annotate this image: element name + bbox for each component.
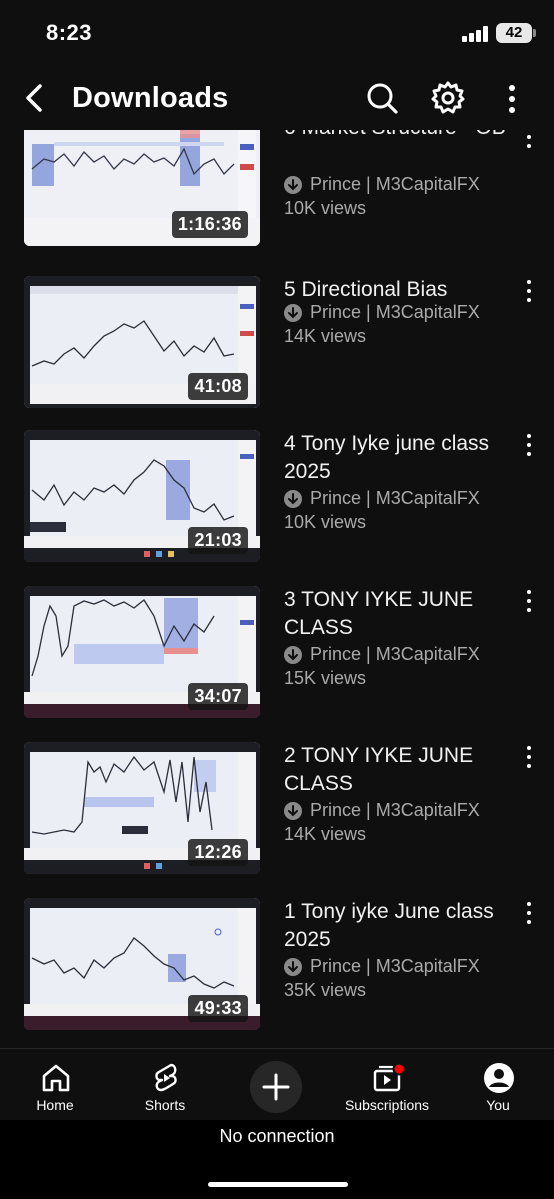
search-icon	[367, 83, 398, 114]
nav-shorts-label: Shorts	[144, 1097, 186, 1113]
more-vert-icon	[509, 85, 515, 113]
offline-message: No connection	[219, 1126, 335, 1146]
video-more-button[interactable]	[516, 130, 542, 150]
bottom-navigation: Home Shorts Subscriptions You	[0, 1048, 554, 1120]
status-bar: 8:23 42	[0, 0, 554, 64]
shorts-icon	[155, 1063, 177, 1092]
downloaded-icon	[284, 489, 302, 508]
subscriptions-icon	[373, 1062, 405, 1092]
battery-nub	[533, 29, 536, 37]
video-views: 35K views	[284, 980, 367, 1000]
video-views: 10K views	[284, 512, 367, 532]
video-views: 14K views	[284, 326, 367, 346]
video-item[interactable]: 41:08 5 Directional Bias Prince | M3Capi…	[0, 276, 554, 416]
video-channel-line: Prince | M3CapitalFX	[284, 302, 480, 323]
video-title[interactable]: 2 TONY IYKE JUNE CLASS	[284, 742, 510, 798]
nav-subscriptions[interactable]: Subscriptions	[337, 1049, 437, 1121]
downloaded-icon	[284, 801, 302, 820]
status-time: 8:23	[46, 20, 93, 45]
more-options-button[interactable]	[494, 78, 534, 118]
downloaded-icon	[284, 957, 302, 976]
nav-you[interactable]: You	[448, 1049, 548, 1121]
video-channel-line: Prince | M3CapitalFX	[284, 800, 480, 821]
offline-banner: No connection	[0, 1120, 554, 1199]
video-thumbnail[interactable]: 41:08	[24, 276, 260, 408]
video-more-button[interactable]	[516, 588, 542, 614]
page-title: Downloads	[72, 82, 229, 114]
downloaded-icon	[284, 645, 302, 664]
video-channel: Prince | M3CapitalFX	[310, 302, 480, 322]
video-thumbnail[interactable]: 34:07	[24, 586, 260, 718]
video-item[interactable]: 12:26 2 TONY IYKE JUNE CLASS Prince | M3…	[0, 742, 554, 882]
account-icon	[484, 1063, 514, 1093]
video-title[interactable]: 6 Market Structure - OB	[284, 130, 510, 142]
video-thumbnail[interactable]: 21:03	[24, 430, 260, 562]
plus-icon	[262, 1073, 290, 1101]
video-channel-line: Prince | M3CapitalFX	[284, 174, 480, 195]
video-thumbnail[interactable]: 12:26	[24, 742, 260, 874]
nav-subscriptions-label: Subscriptions	[344, 1097, 430, 1113]
downloaded-icon	[284, 175, 302, 194]
home-icon	[42, 1064, 70, 1092]
nav-home[interactable]: Home	[5, 1049, 105, 1121]
video-title[interactable]: 4 Tony Iyke june class 2025	[284, 430, 510, 486]
video-item[interactable]: 34:07 3 TONY IYKE JUNE CLASS Prince | M3…	[0, 586, 554, 726]
video-title[interactable]: 5 Directional Bias	[284, 276, 510, 304]
video-channel: Prince | M3CapitalFX	[310, 488, 480, 508]
video-duration: 12:26	[188, 839, 248, 866]
video-channel-line: Prince | M3CapitalFX	[284, 644, 480, 665]
video-duration: 21:03	[188, 527, 248, 554]
nav-you-label: You	[486, 1097, 510, 1113]
video-more-button[interactable]	[516, 900, 542, 926]
video-duration: 1:16:36	[171, 211, 248, 238]
video-item[interactable]: 1:16:36 6 Market Structure - OB Prince |…	[0, 130, 554, 254]
video-duration: 49:33	[188, 995, 248, 1022]
video-channel-line: Prince | M3CapitalFX	[284, 488, 480, 509]
video-channel: Prince | M3CapitalFX	[310, 956, 480, 976]
video-views: 10K views	[284, 198, 367, 218]
video-more-button[interactable]	[516, 744, 542, 770]
video-thumbnail[interactable]: 49:33	[24, 898, 260, 1030]
video-thumbnail[interactable]: 1:16:36	[24, 130, 260, 246]
video-views: 15K views	[284, 668, 367, 688]
gear-icon	[431, 81, 465, 114]
video-item[interactable]: 21:03 4 Tony Iyke june class 2025 Prince…	[0, 430, 554, 570]
video-channel: Prince | M3CapitalFX	[310, 800, 480, 820]
video-duration: 34:07	[188, 683, 248, 710]
nav-shorts[interactable]: Shorts	[115, 1049, 215, 1121]
video-views: 14K views	[284, 824, 367, 844]
create-button[interactable]	[250, 1061, 302, 1113]
downloaded-icon	[284, 303, 302, 322]
app-header: Downloads	[0, 64, 554, 130]
video-channel: Prince | M3CapitalFX	[310, 174, 480, 194]
nav-home-label: Home	[36, 1097, 74, 1113]
search-button[interactable]	[362, 78, 402, 118]
settings-button[interactable]	[428, 78, 468, 118]
back-arrow-icon	[26, 84, 42, 112]
video-channel: Prince | M3CapitalFX	[310, 644, 480, 664]
video-more-button[interactable]	[516, 432, 542, 458]
battery-icon: 42	[496, 23, 532, 43]
downloads-list[interactable]: 1:16:36 6 Market Structure - OB Prince |…	[0, 130, 554, 1048]
home-indicator[interactable]	[208, 1182, 348, 1187]
signal-icon	[462, 26, 488, 42]
video-channel-line: Prince | M3CapitalFX	[284, 956, 480, 977]
video-title[interactable]: 3 TONY IYKE JUNE CLASS	[284, 586, 510, 642]
video-title[interactable]: 1 Tony iyke June class 2025	[284, 898, 510, 954]
back-button[interactable]	[16, 78, 56, 118]
video-item[interactable]: 49:33 1 Tony iyke June class 2025 Prince…	[0, 898, 554, 1038]
video-more-button[interactable]	[516, 278, 542, 304]
video-duration: 41:08	[188, 373, 248, 400]
